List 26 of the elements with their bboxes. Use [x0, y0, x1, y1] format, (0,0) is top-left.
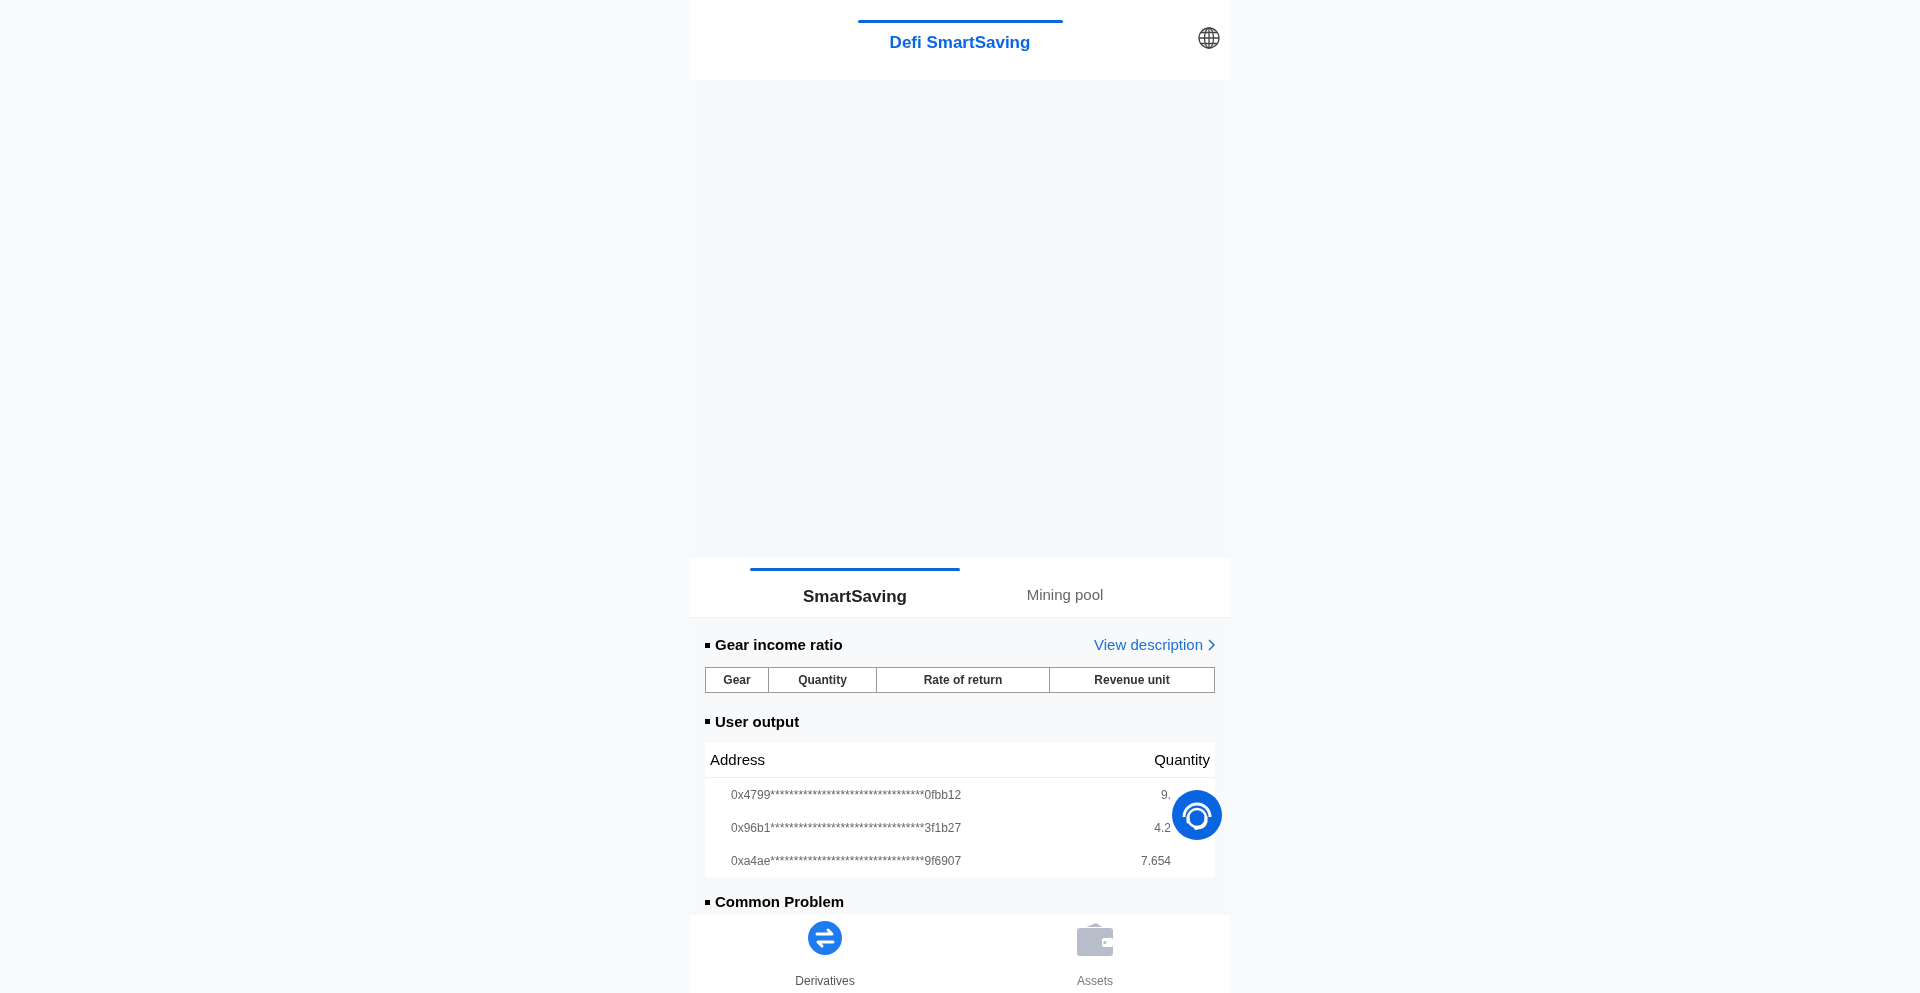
- tab[interactable]: SmartSaving: [750, 558, 960, 617]
- column-header: Revenue unit: [1049, 667, 1214, 692]
- view-description-link[interactable]: View description: [1094, 634, 1215, 657]
- address-cell-text: 0xa4ae*********************************9f6907: [731, 852, 962, 870]
- exchange-icon: [807, 920, 843, 956]
- column-header: Quantity: [768, 667, 876, 692]
- section-title: User output: [705, 710, 1215, 733]
- column-header: Address: [710, 749, 766, 770]
- globe-icon[interactable]: [1198, 27, 1220, 49]
- column-header: Gear: [722, 671, 752, 689]
- customer-support-icon[interactable]: [1172, 790, 1222, 840]
- quantity-cell-text: 9.: [1161, 786, 1171, 804]
- quantity-cell-text: 7.654: [1140, 852, 1171, 870]
- column-header: Rate of return: [876, 667, 1049, 692]
- section-title: Gear income ratio: [705, 634, 843, 657]
- quantity-cell-text: 4.2: [1154, 819, 1171, 837]
- page-title: Defi SmartSaving: [889, 32, 1031, 54]
- nav-item[interactable]: Assets: [960, 915, 1230, 993]
- wallet-icon: [1076, 920, 1114, 958]
- chevron-right-icon: [1207, 639, 1215, 652]
- section-title: Common Problem: [705, 891, 845, 914]
- address-cell-text: 0x4799*********************************0fbb12: [731, 786, 962, 804]
- nav-item[interactable]: Derivatives: [690, 915, 960, 993]
- column-header: Quantity: [1154, 749, 1210, 770]
- tab[interactable]: Mining pool: [960, 558, 1170, 617]
- address-cell-text: 0x96b1*********************************3f1b27: [731, 819, 962, 837]
